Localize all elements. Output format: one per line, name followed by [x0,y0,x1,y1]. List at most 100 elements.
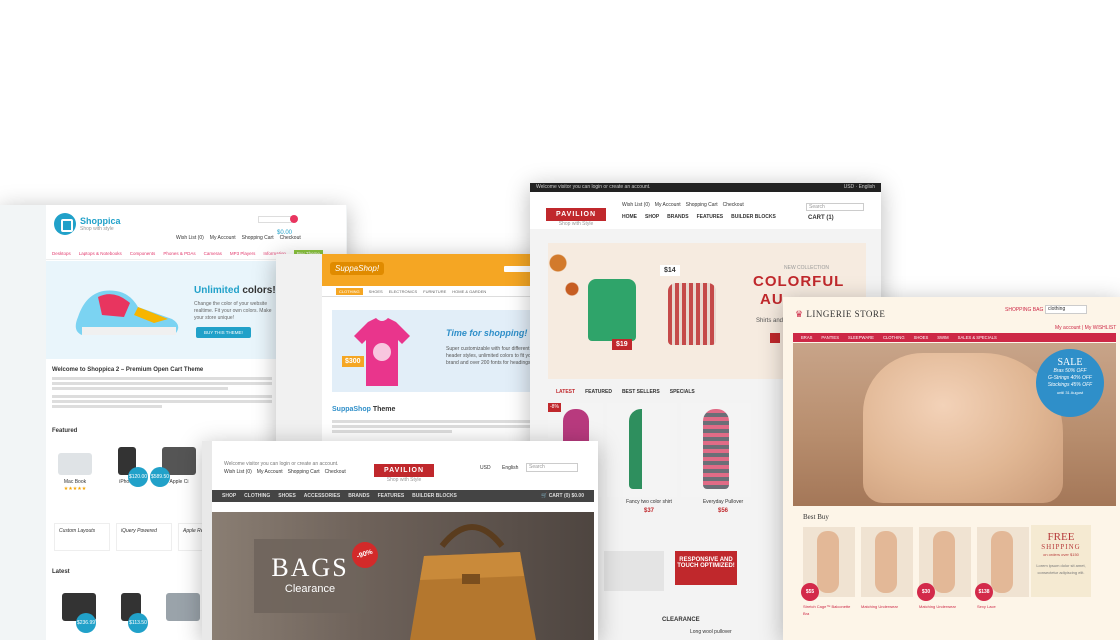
shopping-cart-link[interactable]: Shopping Cart [288,469,320,476]
product-name[interactable]: Fancy two color shirt [614,499,684,506]
checkout-link[interactable]: Checkout [723,202,744,209]
pavilion-cart[interactable]: CART (1) [808,214,834,222]
responsive-promo-banner[interactable]: RESPONSIVE AND TOUCH OPTIMIZED! [675,551,737,585]
nav-clothing[interactable]: CLOTHING [336,287,363,295]
product-image[interactable] [991,531,1013,593]
tab-best-sellers[interactable]: BEST SELLERS [622,389,660,395]
nav-shop[interactable]: SHOP [645,214,659,220]
bags-clearance-box[interactable]: BAGS Clearance [254,539,366,613]
tab-latest[interactable]: LATEST [556,389,575,395]
pavilion-search-input[interactable]: Search [526,463,578,472]
promo-image-shoes[interactable] [604,551,664,591]
shopping-cart-link[interactable]: Shopping Cart [242,235,274,242]
product-card[interactable]: $236.99 [60,593,98,633]
currency-select[interactable]: USD [480,465,491,472]
product-image[interactable] [58,453,92,475]
product-card[interactable]: $55 [801,527,855,601]
free-shipping-banner[interactable]: FREE SHIPPING on orders over $150 Lorem … [1031,525,1091,597]
my-wishlist-link[interactable]: My WISHLIST [1085,325,1117,331]
nav-shop[interactable]: SHOP [222,493,236,499]
product-card[interactable]: $30 [917,527,971,601]
pavilion-logo[interactable]: PAVILION Shop with Style [546,203,607,228]
wishlist-link[interactable]: Wish List (0) [224,469,252,476]
clearance-item[interactable]: Long wool pullover [690,629,732,636]
suppashop-logo[interactable]: SuppaShop! [330,262,385,275]
checkout-link[interactable]: Checkout [325,469,346,476]
wishlist-link[interactable]: Wish List (0) [622,202,650,209]
plaid-shirt-image[interactable] [668,283,716,345]
product-card[interactable]: Apple Ci $589.50 [150,447,198,493]
cart-link[interactable]: 🛒 CART (0) $0.00 [541,493,584,499]
nav-home-garden[interactable]: HOME & GARDEN [452,289,486,294]
nav-sleepware[interactable]: SLEEPWARE [848,335,874,340]
hero-cta-button[interactable] [770,333,780,343]
nav-bras[interactable]: BRAS [801,335,812,340]
product-name[interactable]: Mac Book [56,479,94,486]
category-components[interactable]: Components [130,251,156,256]
my-account-link[interactable]: My Account [257,469,283,476]
lingerie-search-input[interactable]: clothing [1045,305,1087,314]
product-card[interactable] [861,527,913,597]
product-card[interactable]: Mac Book ★★★★★ [56,447,94,493]
sale-badge[interactable]: SALE Bras 50% OFF G-Strings 40% OFF Stoc… [1036,349,1104,417]
nav-electronics[interactable]: ELECTRONICS [389,289,417,294]
topbar-locale[interactable]: USD · English [844,184,875,191]
nav-brands[interactable]: BRANDS [348,493,369,499]
nav-swim[interactable]: SWIM [937,335,948,340]
wishlist-link[interactable]: Wish List (0) [176,235,204,242]
product-image[interactable] [933,531,955,593]
tab-specials[interactable]: SPECIALS [670,389,695,395]
search-icon[interactable] [290,215,298,223]
nav-shoes[interactable]: SHOES [369,289,383,294]
checkout-link[interactable]: Checkout [280,235,301,242]
green-shirt-image[interactable] [588,279,636,341]
shopping-cart-link[interactable]: Shopping Cart [686,202,718,209]
nav-shoes[interactable]: SHOES [278,493,296,499]
shoppica-search-input[interactable] [258,216,292,223]
category-phones[interactable]: Phones & PDAs [163,251,195,256]
product-card[interactable] [607,403,677,497]
product-card[interactable] [681,403,751,497]
buy-this-theme-button[interactable]: BUY THIS THEME! [196,327,251,338]
product-card[interactable] [164,593,202,625]
product-card[interactable]: iPhone $120.00 [108,447,148,493]
language-select[interactable]: English [502,465,518,472]
category-mp3[interactable]: MP3 Players [230,251,256,256]
product-name[interactable]: Matching Underwear [919,603,971,617]
nav-clothing[interactable]: CLOTHING [244,493,270,499]
nav-builder-blocks[interactable]: BUILDER BLOCKS [731,214,776,220]
product-name[interactable]: Matching Underwear [861,603,913,617]
shopping-bag-link[interactable]: SHOPPING BAG [1005,307,1043,314]
my-account-link[interactable]: My account [1055,325,1081,331]
product-card[interactable]: $113.50 [112,593,150,633]
product-image[interactable] [875,531,897,593]
category-desktops[interactable]: Desktops [52,251,71,256]
language-select[interactable]: English [859,184,875,190]
nav-features[interactable]: FEATURES [697,214,724,220]
my-account-link[interactable]: My Account [655,202,681,209]
product-image[interactable] [166,593,200,621]
nav-panties[interactable]: PANTIES [821,335,839,340]
nav-sales-specials[interactable]: SALES & SPECIALS [958,335,997,340]
model-image[interactable] [703,409,729,489]
currency-select[interactable]: USD [844,184,855,190]
product-card[interactable]: $138 [975,527,1029,601]
nav-shoes[interactable]: SHOES [914,335,929,340]
pavilion-search-input[interactable]: Search [806,203,864,211]
tab-featured[interactable]: FEATURED [585,389,612,395]
nav-clothing[interactable]: CLOTHING [883,335,905,340]
category-cameras[interactable]: Cameras [204,251,222,256]
nav-home[interactable]: HOME [622,214,637,220]
nav-accessories[interactable]: ACCESSORIES [304,493,340,499]
nav-furniture[interactable]: FURNITURE [423,289,446,294]
nav-builder-blocks[interactable]: BUILDER BLOCKS [412,493,457,499]
my-account-link[interactable]: My Account [210,235,236,242]
shoppica-logo[interactable]: Shoppica Shop with style [54,213,121,235]
product-name[interactable]: Everyday Pullover [688,499,758,506]
lingerie-logo[interactable]: ♛ LINGERIE STORE [795,309,885,320]
model-image[interactable] [629,409,655,489]
category-laptops[interactable]: Laptops & Notebooks [79,251,122,256]
product-name[interactable]: Sexy Lace [977,603,1029,617]
promo-custom-layouts[interactable]: Custom Layouts [54,523,110,551]
nav-brands[interactable]: BRANDS [667,214,688,220]
